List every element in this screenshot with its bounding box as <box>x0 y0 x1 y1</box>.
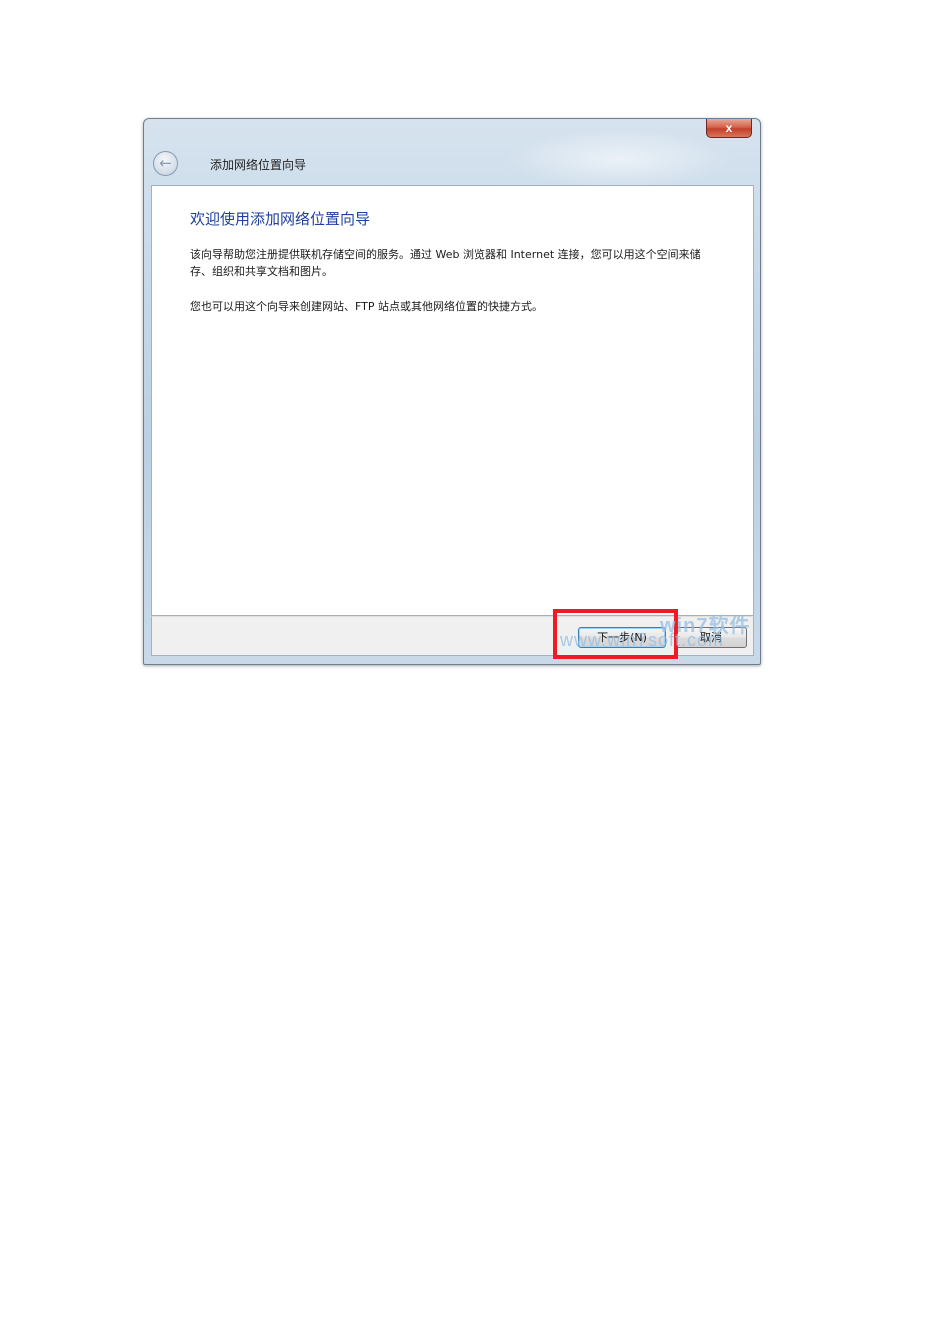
welcome-heading: 欢迎使用添加网络位置向导 <box>190 210 371 228</box>
titlebar-glow <box>504 129 734 189</box>
intro-paragraph: 该向导帮助您注册提供联机存储空间的服务。通过 Web 浏览器和 Internet… <box>190 248 701 278</box>
back-arrow-icon[interactable]: ← <box>153 151 178 176</box>
wizard-title: 添加网络位置向导 <box>210 158 307 172</box>
wizard-window: x ← 添加网络位置向导 欢迎使用添加网络位置向导 该向导帮助您注册提供联机存储… <box>143 118 761 665</box>
shortcut-paragraph: 您也可以用这个向导来创建网站、FTP 站点或其他网络位置的快捷方式。 <box>190 300 543 313</box>
close-button[interactable]: x <box>706 119 752 138</box>
watermark-url: www.win7soft.com <box>560 630 725 650</box>
wizard-content: 欢迎使用添加网络位置向导 该向导帮助您注册提供联机存储空间的服务。通过 Web … <box>151 185 754 616</box>
